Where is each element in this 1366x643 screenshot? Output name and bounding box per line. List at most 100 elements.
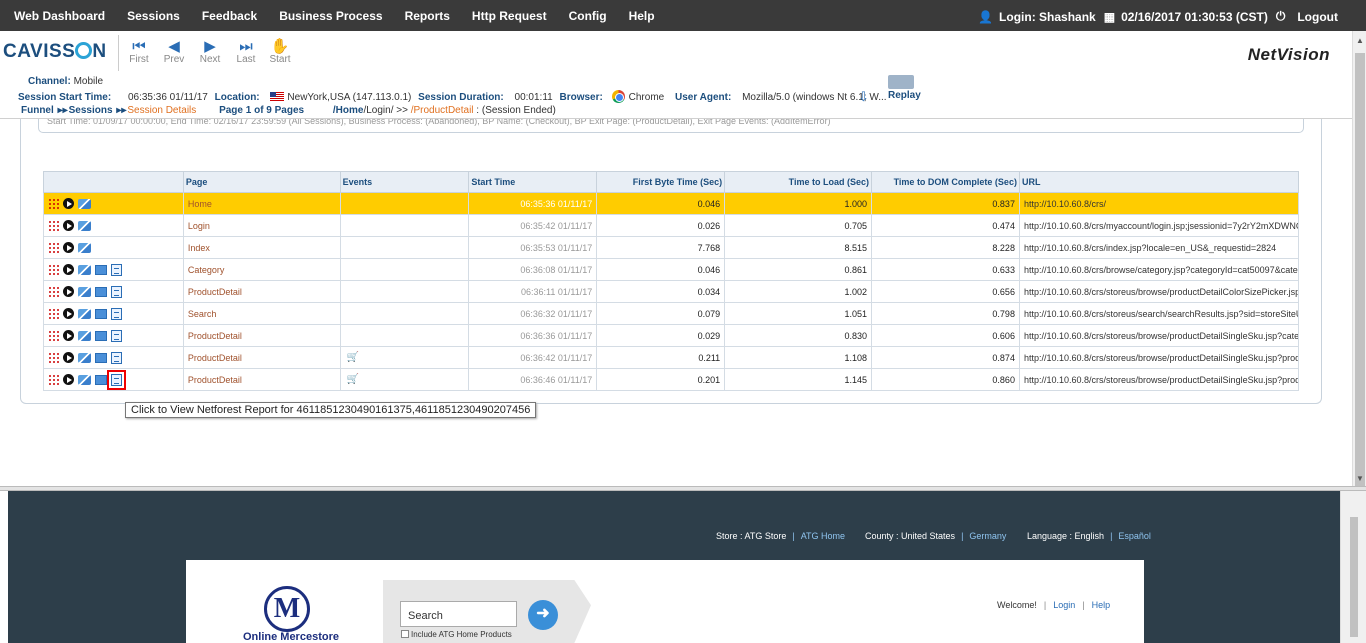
menu-web-dashboard[interactable]: Web Dashboard xyxy=(14,9,105,23)
netforest-report-icon[interactable] xyxy=(111,351,122,364)
replay-page-icon[interactable] xyxy=(63,264,74,275)
cart-icon[interactable]: 🛒 xyxy=(347,374,359,385)
table-row[interactable]: ProductDetail 🛒 06:36:46 01/11/17 0.201 1.14… xyxy=(43,368,1300,391)
cell-events: 🛒 xyxy=(339,346,470,369)
network-icon[interactable] xyxy=(78,374,91,385)
replay-page-icon[interactable] xyxy=(63,198,74,210)
chart-icon[interactable] xyxy=(95,286,107,297)
replay-page-icon[interactable] xyxy=(63,308,74,319)
power-icon[interactable]: ⏻ xyxy=(1276,9,1286,24)
download-icon[interactable]: ⇩ xyxy=(858,89,869,105)
table-row[interactable]: ProductDetail 🛒 06:36:42 01/11/17 0.211 1.10… xyxy=(43,346,1300,369)
frame-scrollbar[interactable] xyxy=(1340,491,1366,643)
network-icon[interactable] xyxy=(78,264,91,275)
col-page[interactable]: Page xyxy=(182,171,341,193)
netforest-report-icon[interactable] xyxy=(111,329,122,342)
start-button[interactable]: ✋ Start xyxy=(265,39,295,65)
menu-feedback[interactable]: Feedback xyxy=(202,9,257,23)
replay-page-icon[interactable] xyxy=(63,286,74,297)
cell-time-to-load: 1.002 xyxy=(724,280,873,303)
replay-page-icon[interactable] xyxy=(63,220,74,232)
table-row[interactable]: ProductDetail 06:36:11 01/11/17 0.034 1.002… xyxy=(43,280,1300,303)
page-details-icon[interactable] xyxy=(48,330,59,341)
search-go-button[interactable]: ➜ xyxy=(528,600,558,630)
breadcrumb-sessions[interactable]: Sessions xyxy=(69,105,113,116)
netforest-report-icon[interactable] xyxy=(111,285,122,298)
page-details-icon[interactable] xyxy=(48,264,59,275)
page-details-icon[interactable] xyxy=(48,352,59,363)
col-url[interactable]: URL xyxy=(1018,171,1300,193)
network-icon[interactable] xyxy=(78,220,91,231)
frame-scrollbar-thumb[interactable] xyxy=(1350,517,1358,637)
page-details-icon[interactable] xyxy=(48,374,59,385)
cell-first-byte: 0.201 xyxy=(596,368,726,391)
atg-home-link[interactable]: ATG Home xyxy=(801,531,845,541)
chart-icon[interactable] xyxy=(95,330,107,341)
page-details-icon[interactable] xyxy=(48,308,59,319)
replay-link[interactable]: Replay xyxy=(888,90,921,101)
store-login-link[interactable]: Login xyxy=(1053,600,1075,610)
cart-icon[interactable]: 🛒 xyxy=(347,352,359,363)
scrollbar-thumb[interactable] xyxy=(1355,53,1365,498)
menu-config[interactable]: Config xyxy=(569,9,607,23)
page-details-icon[interactable] xyxy=(48,286,59,297)
menu-sessions[interactable]: Sessions xyxy=(127,9,180,23)
first-button[interactable]: ⏮ First xyxy=(124,39,154,65)
col-events[interactable]: Events xyxy=(339,171,470,193)
netforest-report-icon[interactable] xyxy=(107,369,126,390)
chart-icon[interactable] xyxy=(95,374,107,385)
col-first-byte[interactable]: First Byte Time (Sec) xyxy=(596,171,726,193)
chart-icon[interactable] xyxy=(95,352,107,363)
espanol-link[interactable]: Español xyxy=(1118,531,1151,541)
table-row[interactable]: ProductDetail 06:36:36 01/11/17 0.029 0.830… xyxy=(43,324,1300,347)
table-row[interactable]: Search 06:36:32 01/11/17 0.079 1.051 0.798 ht… xyxy=(43,302,1300,325)
menu-help[interactable]: Help xyxy=(629,9,655,23)
replay-toggle-icon[interactable] xyxy=(888,75,914,89)
logout-link[interactable]: Logout xyxy=(1297,10,1338,24)
table-row[interactable]: Home 06:35:36 01/11/17 0.046 1.000 0.837 http… xyxy=(43,192,1300,215)
table-row[interactable]: Index 06:35:53 01/11/17 7.768 8.515 8.228 htt… xyxy=(43,236,1300,259)
page-details-icon[interactable] xyxy=(48,242,59,254)
network-icon[interactable] xyxy=(78,352,91,363)
menu-http-request[interactable]: Http Request xyxy=(472,9,547,23)
page-details-icon[interactable] xyxy=(48,220,59,232)
chart-icon[interactable] xyxy=(95,308,107,319)
replay-page-icon[interactable] xyxy=(63,330,74,341)
netforest-report-icon[interactable] xyxy=(111,307,122,320)
breadcrumb-funnel[interactable]: Funnel xyxy=(21,105,54,116)
col-dom-complete[interactable]: Time to DOM Complete (Sec) xyxy=(871,171,1020,193)
table-row[interactable]: Category 06:36:08 01/11/17 0.046 0.861 0.633… xyxy=(43,258,1300,281)
network-icon[interactable] xyxy=(78,308,91,319)
page-details-icon[interactable] xyxy=(48,198,59,210)
cavisson-logo: CAVISS N xyxy=(3,41,107,62)
scroll-down-icon[interactable]: ▼ xyxy=(1356,474,1364,483)
network-icon[interactable] xyxy=(78,242,91,253)
cell-url: http://10.10.60.8/crs/storeus/browse/pro… xyxy=(1018,346,1300,369)
include-products-checkbox[interactable]: Include ATG Home Products xyxy=(401,630,512,639)
store-help-link[interactable]: Help xyxy=(1092,600,1111,610)
next-button[interactable]: ▶ Next xyxy=(195,39,225,65)
col-start-time[interactable]: Start Time xyxy=(468,171,598,193)
cell-time-to-load: 1.051 xyxy=(724,302,873,325)
last-button[interactable]: ⏭ Last xyxy=(231,39,261,65)
chart-icon[interactable] xyxy=(95,264,107,275)
replay-page-icon[interactable] xyxy=(63,242,74,254)
search-input[interactable]: Search xyxy=(400,601,517,627)
replay-page-icon[interactable] xyxy=(63,352,74,363)
user-area: 👤 Login: Shashank ▦ 02/16/2017 01:30:53 … xyxy=(978,9,1338,24)
cell-dom-complete: 0.606 xyxy=(871,324,1020,347)
germany-link[interactable]: Germany xyxy=(969,531,1006,541)
table-row[interactable]: Login 06:35:42 01/11/17 0.026 0.705 0.474 htt… xyxy=(43,214,1300,237)
network-icon[interactable] xyxy=(78,286,91,297)
cell-page: ProductDetail xyxy=(182,324,341,347)
network-icon[interactable] xyxy=(78,198,91,209)
replay-page-icon[interactable] xyxy=(63,374,74,385)
menu-reports[interactable]: Reports xyxy=(405,9,450,23)
scroll-up-icon[interactable]: ▲ xyxy=(1356,36,1364,45)
netforest-report-icon[interactable] xyxy=(111,263,122,276)
network-icon[interactable] xyxy=(78,330,91,341)
main-scrollbar[interactable]: ▲ ▼ xyxy=(1352,31,1366,498)
prev-button[interactable]: ◀ Prev xyxy=(159,39,189,65)
menu-business-process[interactable]: Business Process xyxy=(279,9,382,23)
col-time-to-load[interactable]: Time to Load (Sec) xyxy=(724,171,873,193)
